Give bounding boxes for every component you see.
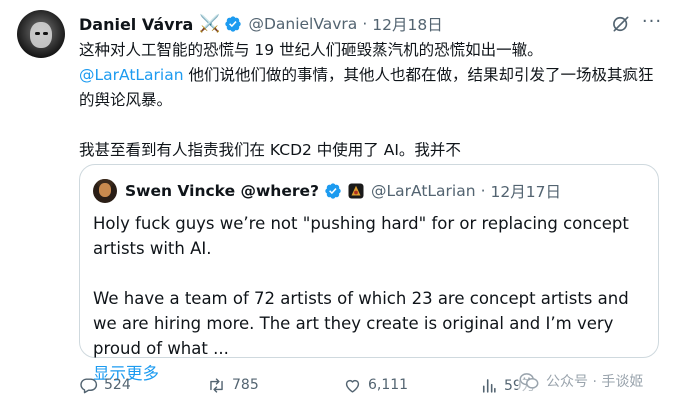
separator-dot: · [480, 182, 486, 200]
repost-button[interactable]: 785 [207, 373, 259, 397]
views-icon [482, 378, 496, 393]
quote-paragraph: Holy fuck guys we’re not "pushing hard" … [93, 214, 629, 258]
avatar-eye [43, 32, 48, 35]
tweet-line: 我甚至看到有人指责我们在 KCD2 中使用了 AI。我并不 [79, 141, 461, 159]
mention-link[interactable]: @LarAtLarian [79, 66, 184, 84]
quote-paragraph: We have a team of 72 artists of which 23… [93, 289, 629, 358]
repost-icon [210, 377, 223, 393]
wechat-icon [519, 373, 539, 389]
author-handle[interactable]: @DanielVavra [248, 15, 357, 33]
like-icon [345, 379, 360, 393]
avatar-face [30, 22, 52, 48]
separator-dot: · [362, 15, 368, 33]
repost-count: 785 [232, 377, 259, 393]
watermark: 公众号 · 手谈姬 [518, 370, 644, 392]
grok-icon[interactable] [611, 14, 631, 34]
quote-author-handle[interactable]: @LarAtLarian [371, 182, 476, 200]
tweet-header: Daniel Vávra ⚔️ @DanielVavra · 12月18日 [79, 12, 443, 36]
verified-badge-icon [225, 16, 242, 32]
more-icon[interactable]: ··· [641, 13, 663, 34]
avatar-eye [35, 32, 40, 35]
quote-header: Swen Vincke @where? @LarAtLarian · 12月17… [93, 179, 561, 203]
affiliate-badge-icon [348, 183, 364, 199]
like-count: 6,111 [368, 377, 409, 393]
tweet-text: 这种对人工智能的恐慌与 19 世纪人们砸毁蒸汽机的恐慌如出一辙。 @LarAtL… [79, 38, 659, 163]
quote-avatar[interactable] [93, 179, 117, 203]
reply-icon [80, 377, 98, 393]
crossed-swords-icon: ⚔️ [199, 14, 221, 34]
quote-author-name[interactable]: Swen Vincke @where? [125, 182, 319, 200]
quoted-tweet[interactable]: Swen Vincke @where? @LarAtLarian · 12月17… [79, 164, 659, 383]
tweet-date[interactable]: 12月18日 [372, 13, 442, 35]
watermark-text: 公众号 · 手谈姬 [546, 374, 644, 390]
like-button[interactable]: 6,111 [343, 373, 408, 397]
tweet-line: @LarAtLarian 他们说他们做的事情，其他人也都在做，结果却引发了一场极… [79, 63, 659, 113]
verified-badge-icon [325, 183, 341, 199]
tweet-line: 这种对人工智能的恐慌与 19 世纪人们砸毁蒸汽机的恐慌如出一辙。 [79, 41, 543, 59]
quote-text: Holy fuck guys we’re not "pushing hard" … [93, 211, 643, 386]
author-name[interactable]: Daniel Vávra [79, 15, 193, 34]
quote-date[interactable]: 12月17日 [491, 180, 561, 202]
author-avatar[interactable] [17, 10, 65, 58]
reply-count: 524 [104, 377, 131, 393]
reply-button[interactable]: 524 [79, 373, 131, 397]
